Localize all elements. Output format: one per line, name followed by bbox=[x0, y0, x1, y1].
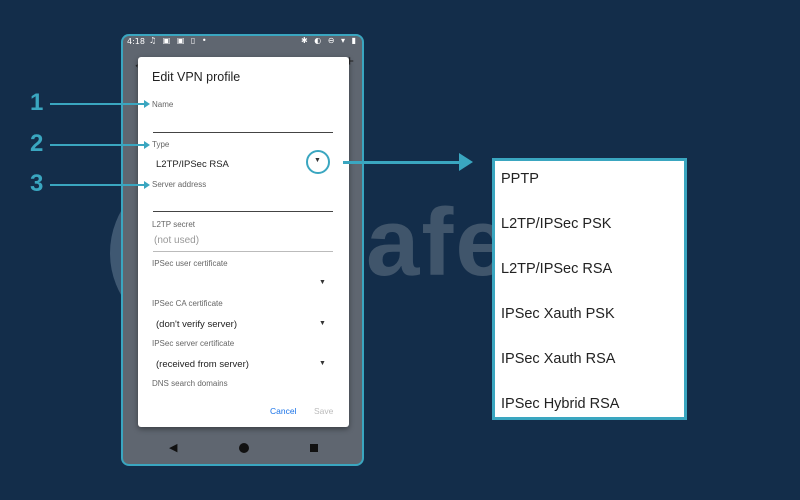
nav-bar: ◀ bbox=[123, 434, 362, 464]
server-address-underline bbox=[153, 211, 333, 212]
ca-cert-label: IPSec CA certificate bbox=[152, 299, 223, 308]
dialog-title: Edit VPN profile bbox=[152, 70, 241, 84]
annotation-number-2: 2 bbox=[30, 130, 44, 157]
annotation-arrowhead-2 bbox=[144, 141, 150, 149]
name-label: Name bbox=[152, 100, 174, 109]
annotation-arrow-3 bbox=[50, 184, 144, 186]
status-bar: 4:18 ♫ ▣ ▣ ▯ • ✱ ◐ ⊖ ▾ ▮ bbox=[123, 36, 362, 50]
annotation-arrow-2 bbox=[50, 144, 144, 146]
type-dropdown-icon[interactable]: ▼ bbox=[314, 157, 321, 164]
annotation-arrowhead-1 bbox=[144, 100, 150, 108]
server-address-label: Server address bbox=[152, 180, 207, 189]
type-options-panel: PPTP L2TP/IPSec PSK L2TP/IPSec RSA IPSec… bbox=[492, 158, 687, 420]
type-option-l2tp-psk[interactable]: L2TP/IPSec PSK bbox=[501, 216, 611, 232]
type-option-xauth-rsa[interactable]: IPSec Xauth RSA bbox=[501, 351, 615, 367]
l2tp-secret-label: L2TP secret bbox=[152, 220, 195, 229]
status-notification-icons: ♫ ▣ ▣ ▯ • bbox=[149, 36, 209, 45]
phone-screen: 4:18 ♫ ▣ ▣ ▯ • ✱ ◐ ⊖ ▾ ▮ ← + Edit VPN pr… bbox=[121, 34, 364, 466]
annotation-arrowhead-3 bbox=[144, 181, 150, 189]
nav-home-icon[interactable] bbox=[239, 443, 249, 453]
ca-cert-dropdown-icon[interactable]: ▼ bbox=[319, 320, 326, 327]
callout-arrow bbox=[343, 161, 461, 164]
type-label: Type bbox=[152, 140, 170, 149]
status-time: 4:18 bbox=[127, 37, 145, 46]
type-select[interactable]: L2TP/IPSec RSA bbox=[156, 159, 229, 170]
name-underline bbox=[153, 132, 333, 133]
annotation-arrow-1 bbox=[50, 103, 144, 105]
type-option-xauth-psk[interactable]: IPSec Xauth PSK bbox=[501, 306, 615, 322]
nav-recents-icon[interactable] bbox=[310, 444, 318, 452]
type-option-pptp[interactable]: PPTP bbox=[501, 171, 539, 187]
status-system-icons: ✱ ◐ ⊖ ▾ ▮ bbox=[301, 36, 358, 45]
annotation-number-3: 3 bbox=[30, 170, 44, 197]
type-dropdown-highlight[interactable]: ▼ bbox=[306, 150, 330, 174]
type-option-hybrid-rsa[interactable]: IPSec Hybrid RSA bbox=[501, 396, 619, 412]
l2tp-secret-underline bbox=[153, 251, 333, 252]
ca-cert-select[interactable]: (don't verify server) bbox=[156, 319, 237, 330]
edit-vpn-dialog: Edit VPN profile Name Type L2TP/IPSec RS… bbox=[138, 57, 349, 427]
user-cert-label: IPSec user certificate bbox=[152, 259, 228, 268]
nav-back-icon[interactable]: ◀ bbox=[169, 441, 177, 454]
save-button[interactable]: Save bbox=[314, 406, 333, 416]
annotation-number-1: 1 bbox=[30, 89, 44, 116]
dns-label: DNS search domains bbox=[152, 379, 228, 388]
server-cert-label: IPSec server certificate bbox=[152, 339, 235, 348]
user-cert-dropdown-icon[interactable]: ▼ bbox=[319, 279, 326, 286]
type-option-l2tp-rsa[interactable]: L2TP/IPSec RSA bbox=[501, 261, 612, 277]
cancel-button[interactable]: Cancel bbox=[270, 406, 296, 416]
l2tp-secret-field[interactable]: (not used) bbox=[154, 235, 199, 246]
callout-arrowhead bbox=[459, 153, 473, 171]
server-cert-select[interactable]: (received from server) bbox=[156, 359, 249, 370]
server-cert-dropdown-icon[interactable]: ▼ bbox=[319, 360, 326, 367]
